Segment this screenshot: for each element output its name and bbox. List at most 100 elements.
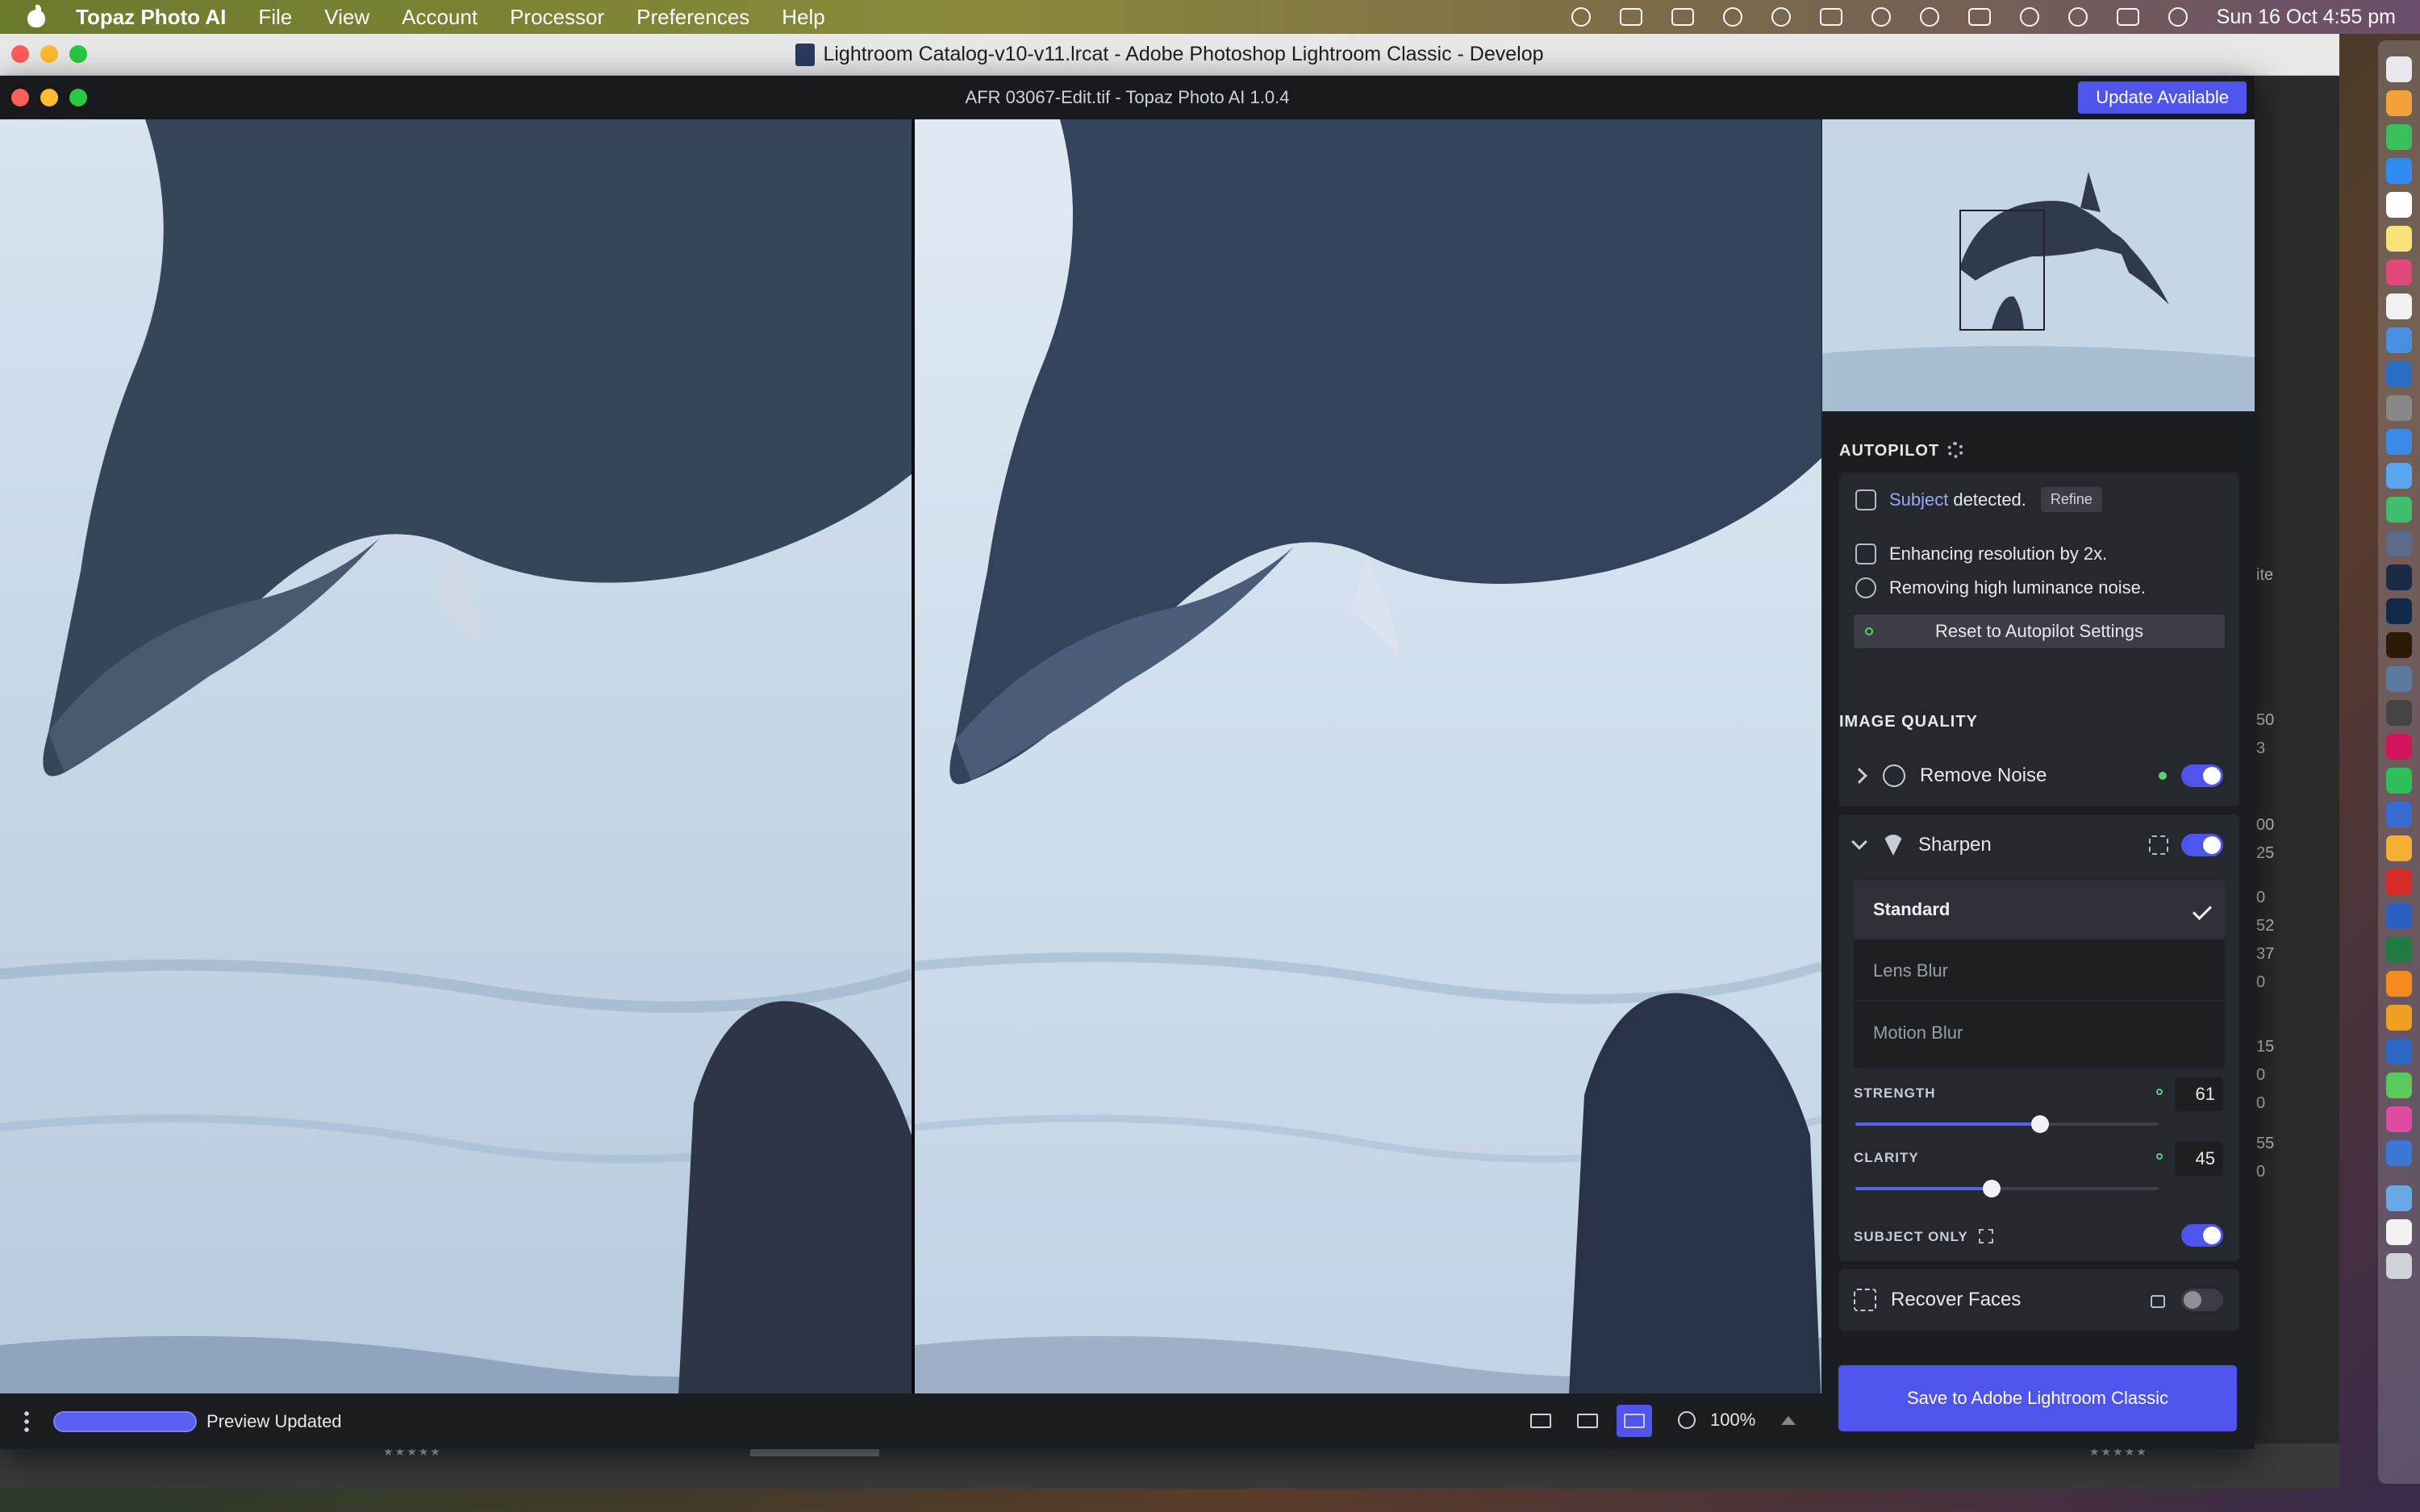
recover-faces-toggle[interactable] [2181,1289,2223,1311]
menu-app-name[interactable]: Topaz Photo AI [76,5,226,30]
wifi-icon[interactable] [1871,7,1891,27]
remove-noise-row[interactable]: Remove Noise [1839,745,2239,806]
documents-icon[interactable] [2386,1219,2412,1245]
word-icon[interactable] [2386,903,2412,929]
zoom-button[interactable] [69,45,87,63]
app-store-icon[interactable] [2386,327,2412,353]
lightroom-filmstrip[interactable]: ★★★★★ ★★★★★ [0,1443,2339,1489]
user-icon[interactable] [1919,7,1939,27]
time-machine-icon[interactable] [2019,7,2039,27]
acrobat-icon[interactable] [2386,869,2412,895]
strength-slider-handle[interactable] [2031,1115,2050,1133]
topaz-icon[interactable] [2386,666,2412,692]
topaz-titlebar[interactable]: AFR 03067-Edit.tif - Topaz Photo AI 1.0.… [0,76,2255,119]
lightroom-classic-icon[interactable] [2386,564,2412,590]
model-option-standard[interactable]: Standard [1854,881,2225,940]
menu-processor[interactable]: Processor [510,5,604,30]
menu-account[interactable]: Account [402,5,478,30]
pages-icon[interactable] [2386,835,2412,861]
clarity-slider[interactable] [1855,1180,2159,1198]
remove-noise-toggle[interactable] [2181,764,2223,787]
split-view-button[interactable] [1570,1405,1605,1437]
bridge-icon[interactable] [2386,632,2412,658]
cloud-status-icon[interactable] [1571,7,1591,27]
notes-icon[interactable] [2386,226,2412,252]
menu-file[interactable]: File [258,5,292,30]
clarity-slider-handle[interactable] [1983,1180,2001,1198]
reset-autopilot-button[interactable]: Reset to Autopilot Settings [1854,614,2225,648]
star-app-icon[interactable] [2386,802,2412,827]
minimize-button[interactable] [40,45,58,63]
close-button[interactable] [11,89,29,106]
clarity-value-field[interactable]: 45 [2175,1142,2223,1176]
safari-icon[interactable] [2386,429,2412,455]
recover-faces-row[interactable]: Recover Faces [1839,1269,2239,1331]
shield-icon[interactable] [2386,1140,2412,1166]
camera-raw-icon[interactable] [2386,531,2412,556]
zoom-icon[interactable] [2386,158,2412,184]
siri-icon[interactable] [2168,7,2188,27]
chevron-right-icon[interactable] [1851,768,1867,784]
downloads-folder-icon[interactable] [2386,1185,2412,1211]
calendar-icon[interactable] [2386,192,2412,218]
trash-icon[interactable] [2386,1253,2412,1279]
mail-icon[interactable] [2386,463,2412,489]
bluetooth-icon[interactable] [1771,7,1791,27]
photos-app-icon[interactable] [2386,260,2412,285]
close-button[interactable] [11,45,29,63]
spotlight-search-icon[interactable] [2067,7,2088,27]
update-available-button[interactable]: Update Available [2078,81,2247,114]
excel-icon[interactable] [2386,937,2412,963]
photos-icon[interactable] [2386,90,2412,116]
grammarly-icon[interactable] [2386,768,2412,793]
control-center-icon[interactable] [2116,8,2139,26]
menu-view[interactable]: View [324,5,369,30]
menu-preferences[interactable]: Preferences [636,5,749,30]
subject-link[interactable]: Subject [1889,489,1948,510]
app-icon[interactable] [2386,1039,2412,1064]
model-option-lens-blur[interactable]: Lens Blur [1854,942,2225,1002]
indesign-icon[interactable] [2386,734,2412,760]
messages-icon[interactable] [2386,1073,2412,1098]
battery-icon[interactable] [1819,8,1842,26]
window-icon[interactable] [1619,8,1642,26]
model-option-motion-blur[interactable]: Motion Blur [1854,1003,2225,1063]
kebab-menu-icon[interactable] [24,1409,29,1434]
subject-focus-icon[interactable] [2149,835,2168,855]
save-to-lightroom-button[interactable]: Save to Adobe Lightroom Classic [1838,1365,2237,1431]
books-icon[interactable] [2386,1005,2412,1031]
strength-slider[interactable] [1855,1115,2159,1133]
lightroom-titlebar[interactable]: Lightroom Catalog-v10-v11.lrcat - Adobe … [0,34,2339,76]
podcasts-icon[interactable] [2386,1106,2412,1132]
finder-icon[interactable] [2386,56,2412,82]
refine-button[interactable]: Refine [2040,487,2102,512]
processed-preview[interactable] [915,119,1821,1393]
zoom-button[interactable] [69,89,87,106]
sharpen-toggle[interactable] [2181,834,2223,856]
menubar-clock[interactable]: Sun 16 Oct 4:55 pm [2217,6,2396,29]
gear-icon[interactable] [1947,442,1964,458]
menu-help[interactable]: Help [782,5,824,30]
apple-icon[interactable] [24,5,48,29]
lock-icon[interactable] [2151,1295,2165,1308]
navigator-thumbnail[interactable] [1822,119,2255,411]
side-by-side-view-button[interactable] [1617,1405,1652,1437]
volume-icon[interactable] [1722,7,1742,27]
eject-icon[interactable] [1967,8,1991,26]
chevron-down-icon[interactable] [1851,834,1867,850]
facetime-icon[interactable] [2386,124,2412,150]
vlc-icon[interactable] [2386,971,2412,997]
original-preview[interactable] [0,119,912,1393]
display-icon[interactable] [1671,8,1694,26]
subject-only-toggle[interactable] [2181,1224,2223,1247]
system-settings-icon[interactable] [2386,395,2412,421]
strength-value-field[interactable]: 61 [2175,1077,2223,1111]
reminders-icon[interactable] [2386,294,2412,319]
zoom-control[interactable]: 100% [1678,1410,1796,1431]
photoshop-icon[interactable] [2386,598,2412,624]
media-encoder-icon[interactable] [2386,700,2412,726]
minimize-button[interactable] [40,89,58,106]
zoom-dropdown-icon[interactable] [1781,1415,1796,1425]
maps-icon[interactable] [2386,497,2412,523]
textedit-icon[interactable] [2386,361,2412,387]
